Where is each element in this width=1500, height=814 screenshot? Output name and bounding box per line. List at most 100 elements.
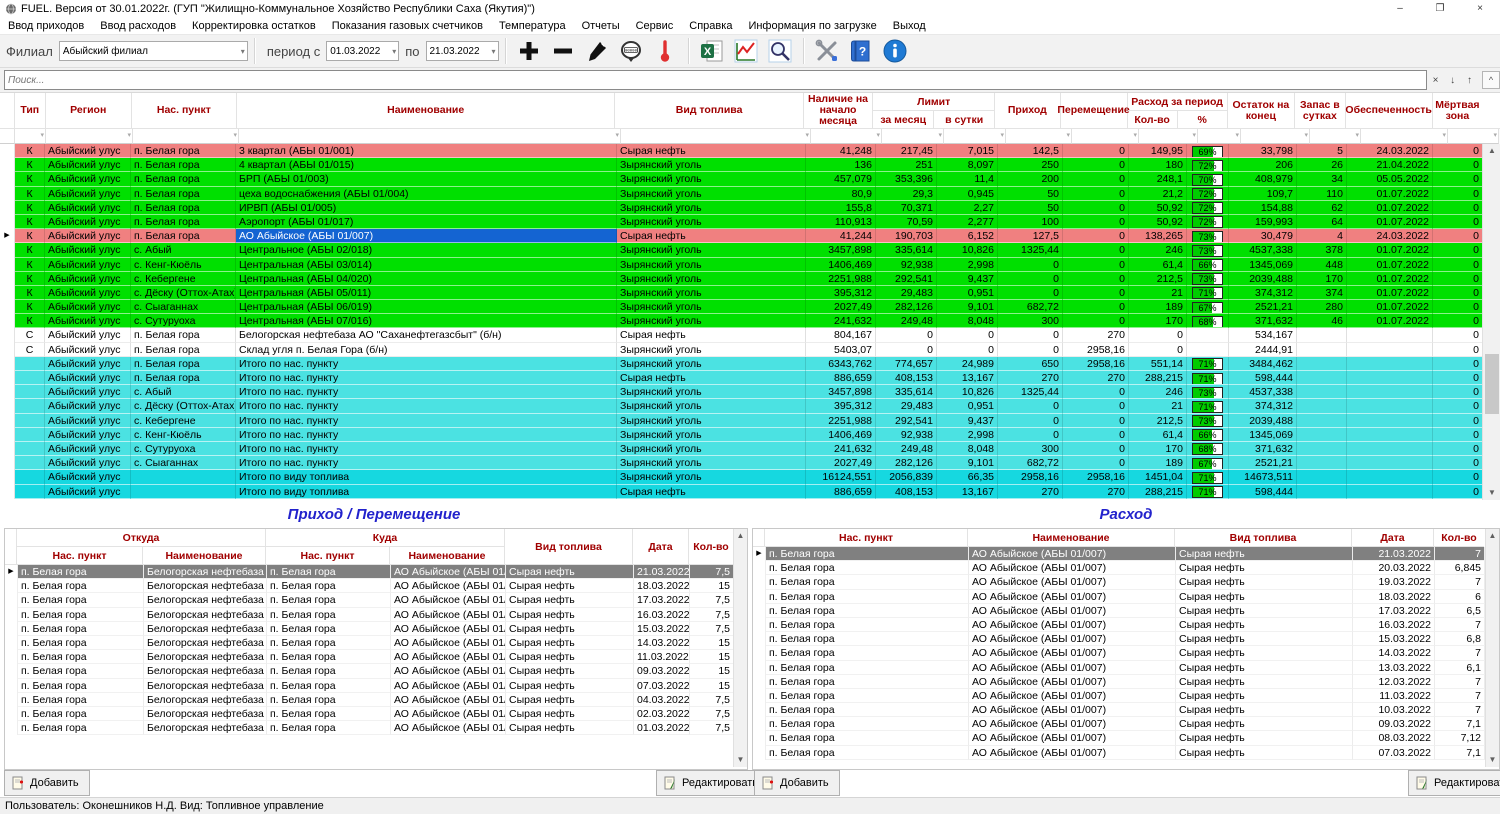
expense-row[interactable]: ▶п. Белая гораАО Абыйское (АБЫ 01/007)Сы…: [753, 547, 1499, 561]
menu-item[interactable]: Показания газовых счетчиков: [324, 20, 491, 32]
fuel-row[interactable]: КАбыйский улусс. СыаганнахЦентральная (А…: [0, 300, 1500, 314]
column-filter[interactable]: ▾: [1139, 129, 1198, 144]
search-prev-icon[interactable]: ↑: [1461, 75, 1478, 86]
expense-row[interactable]: п. Белая гораАО Абыйское (АБЫ 01/007)Сыр…: [753, 561, 1499, 575]
header-region[interactable]: Регион: [46, 93, 132, 129]
expense-row[interactable]: п. Белая гораАО Абыйское (АБЫ 01/007)Сыр…: [753, 689, 1499, 703]
header-expense-pct[interactable]: %: [1177, 111, 1227, 128]
column-filter[interactable]: ▾: [15, 129, 46, 144]
fuel-row[interactable]: КАбыйский улусп. Белая гораИРВП (АБЫ 01/…: [0, 201, 1500, 215]
expense-row[interactable]: п. Белая гораАО Абыйское (АБЫ 01/007)Сыр…: [753, 661, 1499, 675]
maximize-button[interactable]: ❐: [1420, 0, 1460, 17]
income-row[interactable]: ▶п. Белая гораБелогорская нефтебаза АО "…: [5, 565, 747, 579]
menu-item[interactable]: Температура: [491, 20, 574, 32]
period-to-combobox[interactable]: 21.03.2022 ▾: [426, 41, 499, 61]
fuel-row[interactable]: Абыйский улусс. АбыйИтого по нас. пункту…: [0, 385, 1500, 399]
fuel-row[interactable]: САбыйский улусп. Белая гораСклад угля п.…: [0, 343, 1500, 357]
header-limit-day[interactable]: в сутки: [933, 111, 994, 128]
header-stock-days[interactable]: Запас в сутках: [1295, 93, 1346, 129]
column-filter[interactable]: ▾: [944, 129, 1006, 144]
fuel-row[interactable]: КАбыйский улусс. АбыйЦентральное (АБЫ 02…: [0, 243, 1500, 257]
expense-row[interactable]: п. Белая гораАО Абыйское (АБЫ 01/007)Сыр…: [753, 675, 1499, 689]
header-settlement[interactable]: Нас. пункт: [132, 93, 237, 129]
column-filter[interactable]: ▾: [1198, 129, 1241, 144]
column-filter[interactable]: ▾: [1241, 129, 1310, 144]
header-limit-month[interactable]: за месяц: [873, 111, 933, 128]
add-plus-icon[interactable]: [514, 38, 544, 64]
income-header-from-name[interactable]: Наименование: [143, 547, 266, 565]
collapse-search-button[interactable]: ^: [1482, 71, 1500, 89]
income-edit-button[interactable]: Редактировать: [656, 770, 769, 796]
income-row[interactable]: п. Белая гораБелогорская нефтебаза АО "С…: [5, 707, 747, 721]
expense-row[interactable]: п. Белая гораАО Абыйское (АБЫ 01/007)Сыр…: [753, 632, 1499, 646]
header-transfer[interactable]: Перемещение: [1061, 93, 1128, 129]
income-header-to-settlement[interactable]: Нас. пункт: [266, 547, 390, 565]
edit-pencil-icon[interactable]: [582, 38, 612, 64]
fuel-row[interactable]: Абыйский улусс. Кенг-КюёльИтого по нас. …: [0, 428, 1500, 442]
scroll-down-icon[interactable]: ▼: [1483, 486, 1500, 500]
thermometer-icon[interactable]: [650, 38, 680, 64]
income-add-button[interactable]: Добавить: [4, 770, 90, 796]
income-header-fuel[interactable]: Вид топлива: [505, 529, 633, 565]
header-name[interactable]: Наименование: [237, 93, 616, 129]
fuel-row[interactable]: Абыйский улусп. Белая гораИтого по нас. …: [0, 357, 1500, 371]
income-row[interactable]: п. Белая гораБелогорская нефтебаза АО "С…: [5, 679, 747, 693]
expense-edit-button[interactable]: Редактировать: [1408, 770, 1500, 796]
expense-row[interactable]: п. Белая гораАО Абыйское (АБЫ 01/007)Сыр…: [753, 604, 1499, 618]
search-clear-icon[interactable]: ×: [1427, 75, 1444, 86]
column-filter[interactable]: ▾: [1361, 129, 1448, 144]
income-header-qty[interactable]: Кол-во: [689, 529, 733, 565]
chart-icon[interactable]: [731, 38, 761, 64]
column-filter[interactable]: ▾: [882, 129, 944, 144]
minimize-button[interactable]: –: [1380, 0, 1420, 17]
fuel-row[interactable]: Абыйский улусИтого по виду топливаЗырянс…: [0, 470, 1500, 484]
excel-icon[interactable]: X: [697, 38, 727, 64]
expense-row[interactable]: п. Белая гораАО Абыйское (АБЫ 01/007)Сыр…: [753, 575, 1499, 589]
menu-item[interactable]: Ввод приходов: [0, 20, 92, 32]
fuel-row[interactable]: КАбыйский улусп. Белая горацеха водоснаб…: [0, 187, 1500, 201]
income-row[interactable]: п. Белая гораБелогорская нефтебаза АО "С…: [5, 636, 747, 650]
menu-item[interactable]: Справка: [681, 20, 740, 32]
menu-item[interactable]: Ввод расходов: [92, 20, 184, 32]
income-row[interactable]: п. Белая гораБелогорская нефтебаза АО "С…: [5, 650, 747, 664]
scroll-up-icon[interactable]: ▲: [1483, 144, 1500, 158]
income-row[interactable]: п. Белая гораБелогорская нефтебаза АО "С…: [5, 608, 747, 622]
header-balance[interactable]: Остаток на конец: [1228, 93, 1295, 129]
fuel-row[interactable]: Абыйский улусп. Белая гораИтого по нас. …: [0, 371, 1500, 385]
scroll-down-icon[interactable]: ▼: [734, 753, 747, 767]
header-coverage[interactable]: Обеспеченность: [1346, 93, 1433, 129]
fuel-row[interactable]: Абыйский улусс. Дёску (Оттох-Атах)Итого …: [0, 399, 1500, 413]
expense-header-date[interactable]: Дата: [1352, 529, 1434, 547]
column-filter[interactable]: ▾: [1006, 129, 1072, 144]
fuel-row[interactable]: Абыйский улусс. КебергенеИтого по нас. п…: [0, 414, 1500, 428]
expense-row[interactable]: п. Белая гораАО Абыйское (АБЫ 01/007)Сыр…: [753, 618, 1499, 632]
close-button[interactable]: ×: [1460, 0, 1500, 17]
search-input[interactable]: [4, 70, 1427, 90]
income-row[interactable]: п. Белая гораБелогорская нефтебаза АО "С…: [5, 593, 747, 607]
fuel-row[interactable]: Абыйский улусс. СутуруохаИтого по нас. п…: [0, 442, 1500, 456]
expense-row[interactable]: п. Белая гораАО Абыйское (АБЫ 01/007)Сыр…: [753, 646, 1499, 660]
column-filter[interactable]: ▾: [1448, 129, 1499, 144]
expense-row[interactable]: п. Белая гораАО Абыйское (АБЫ 01/007)Сыр…: [753, 717, 1499, 731]
column-filter[interactable]: ▾: [621, 129, 811, 144]
menu-item[interactable]: Выход: [885, 20, 934, 32]
menu-item[interactable]: Информация по загрузке: [740, 20, 884, 32]
fuel-row[interactable]: ▶КАбыйский улусп. Белая гораАО Абыйское …: [0, 229, 1500, 243]
expense-header-qty[interactable]: Кол-во: [1434, 529, 1484, 547]
tools-icon[interactable]: [812, 38, 842, 64]
scroll-up-icon[interactable]: ▲: [1486, 529, 1499, 543]
header-expense-qty[interactable]: Кол-во: [1128, 111, 1177, 128]
fuel-row[interactable]: КАбыйский улусс. Дёску (Оттох-Атах)Центр…: [0, 286, 1500, 300]
scrollbar-thumb[interactable]: [1485, 354, 1499, 414]
income-row[interactable]: п. Белая гораБелогорская нефтебаза АО "С…: [5, 664, 747, 678]
column-filter[interactable]: ▾: [46, 129, 133, 144]
expense-add-button[interactable]: Добавить: [754, 770, 840, 796]
header-type[interactable]: Тип: [15, 93, 46, 129]
column-filter[interactable]: ▾: [133, 129, 239, 144]
income-row[interactable]: п. Белая гораБелогорская нефтебаза АО "С…: [5, 579, 747, 593]
header-dead-zone[interactable]: Мёртвая зона: [1433, 93, 1483, 129]
column-filter[interactable]: ▾: [239, 129, 621, 144]
income-row[interactable]: п. Белая гораБелогорская нефтебаза АО "С…: [5, 693, 747, 707]
fuel-row[interactable]: КАбыйский улусс. Кенг-КюёльЦентральная (…: [0, 258, 1500, 272]
menu-item[interactable]: Сервис: [628, 20, 682, 32]
